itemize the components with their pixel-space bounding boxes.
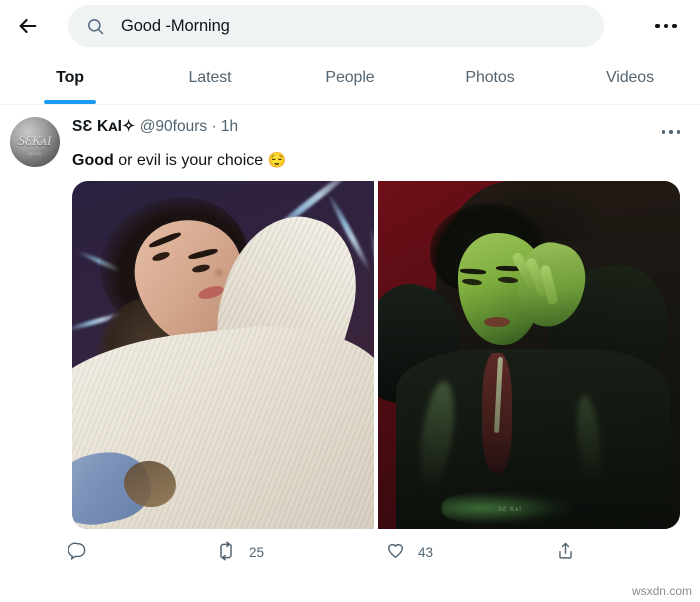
lips <box>484 317 510 327</box>
watermark: wsxdn.com <box>631 584 692 598</box>
top-more-button[interactable] <box>648 8 684 44</box>
tweet[interactable]: SƐKᴀI SEKAI SƐ KᴀI✧ @90fours · 1h Good o… <box>0 105 700 529</box>
tab-people[interactable]: People <box>280 52 420 104</box>
like-button[interactable]: 43 <box>386 541 556 563</box>
more-horizontal-icon <box>661 130 681 134</box>
light-streak <box>367 225 374 335</box>
tweet-header: SƐ KᴀI✧ @90fours · 1h <box>72 117 686 147</box>
tweet-text: Good or evil is your choice 😌 <box>72 150 686 171</box>
handle[interactable]: @90fours <box>140 118 207 135</box>
tab-active-underline <box>44 100 96 104</box>
retweet-button[interactable]: 25 <box>216 541 386 564</box>
tab-top[interactable]: Top <box>0 52 140 104</box>
author-line: SƐ KᴀI✧ @90fours · 1h <box>72 117 656 137</box>
search-icon <box>86 17 105 36</box>
tweet-more-button[interactable] <box>656 117 686 147</box>
highlighted-term: Good <box>72 152 114 169</box>
media-photo-2[interactable]: SƐ KᴀI <box>378 181 680 529</box>
search-tabs: Top Latest People Photos Videos <box>0 52 700 105</box>
retweet-count: 25 <box>249 544 265 560</box>
nose <box>212 267 226 279</box>
separator: · <box>211 118 217 135</box>
like-count: 43 <box>418 544 434 560</box>
share-button[interactable] <box>556 541 588 563</box>
search-box[interactable] <box>68 5 604 47</box>
tab-photos[interactable]: Photos <box>420 52 560 104</box>
retweet-icon <box>216 541 236 564</box>
photo-caption: SƐ KᴀI <box>498 507 522 513</box>
search-input[interactable] <box>121 16 586 36</box>
avatar-subtext: SEKAI <box>28 151 42 156</box>
more-horizontal-icon <box>655 23 677 29</box>
reply-button[interactable] <box>67 541 216 563</box>
display-name[interactable]: SƐ KᴀI✧ <box>72 118 135 135</box>
tweet-action-bar: 25 43 <box>0 529 700 575</box>
timestamp[interactable]: 1h <box>221 118 238 135</box>
back-arrow-icon <box>17 15 39 37</box>
tab-label: Top <box>56 69 84 86</box>
tab-label: People <box>325 69 375 86</box>
share-icon <box>556 541 575 563</box>
back-button[interactable] <box>8 6 48 46</box>
media-photo-1[interactable] <box>72 181 374 529</box>
media-grid: SƐ KᴀI <box>72 181 680 529</box>
tab-label: Videos <box>605 69 655 86</box>
tab-videos[interactable]: Videos <box>560 52 700 104</box>
tab-latest[interactable]: Latest <box>140 52 280 104</box>
tab-label: Latest <box>188 69 232 86</box>
avatar[interactable]: SƐKᴀI SEKAI <box>10 117 60 167</box>
tab-label: Photos <box>465 69 515 86</box>
tweet-text-rest: or evil is your choice <box>113 152 268 169</box>
relieved-face-emoji: 😌 <box>267 152 287 169</box>
avatar-initials: SƐKᴀI <box>18 133 52 148</box>
heart-icon <box>386 541 405 563</box>
tweet-body: SƐ KᴀI✧ @90fours · 1h Good or evil is yo… <box>72 117 686 529</box>
reply-icon <box>67 541 87 563</box>
top-bar <box>0 0 700 52</box>
